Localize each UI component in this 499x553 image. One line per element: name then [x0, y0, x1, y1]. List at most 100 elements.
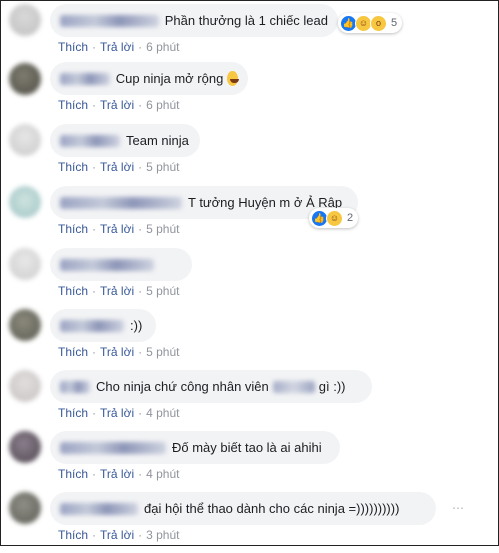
- like-link[interactable]: Thích: [58, 345, 88, 359]
- comment-text: gì :)): [318, 379, 346, 394]
- commenter-name-blurred[interactable]: [60, 502, 138, 515]
- separator: ·: [92, 406, 97, 420]
- comment: Đố mày biết tao là ai ahihi Thích · Trả …: [0, 431, 499, 492]
- comment-text: Phần thưởng là 1 chiếc lead: [164, 13, 328, 28]
- avatar[interactable]: [9, 124, 41, 156]
- reply-link[interactable]: Trả lời: [100, 222, 134, 236]
- comment: :)) Thích · Trả lời · 5 phút: [0, 309, 499, 370]
- commenter-name-blurred[interactable]: [60, 441, 166, 454]
- comment-timestamp[interactable]: 6 phút: [146, 40, 179, 54]
- comment-timestamp[interactable]: 5 phút: [146, 284, 179, 298]
- comment-text: đại hội thể thao dành cho các ninja =)))…: [144, 501, 400, 516]
- comment: đại hội thể thao dành cho các ninja =)))…: [0, 492, 499, 553]
- like-link[interactable]: Thích: [58, 160, 88, 174]
- commenter-name-blurred[interactable]: [60, 134, 120, 147]
- reactions-summary[interactable]: 👍 ☺ o 5: [338, 13, 403, 33]
- comment: T tưởng Huyện m ở Ả Rập 👍 ☺ 2 Thích · Tr…: [0, 186, 499, 247]
- reply-link[interactable]: Trả lời: [100, 284, 134, 298]
- reply-link[interactable]: Trả lời: [100, 406, 134, 420]
- separator: ·: [138, 40, 143, 54]
- separator: ·: [92, 40, 97, 54]
- avatar[interactable]: [9, 370, 41, 402]
- comment-bubble: :)): [50, 309, 156, 342]
- comment: Cho ninja chứ công nhân viên gì :)) Thíc…: [0, 370, 499, 431]
- comment-text: Team ninja: [126, 133, 189, 148]
- reply-link[interactable]: Trả lời: [100, 345, 134, 359]
- like-link[interactable]: Thích: [58, 467, 88, 481]
- comment-timestamp[interactable]: 5 phút: [146, 222, 179, 236]
- like-link[interactable]: Thích: [58, 284, 88, 298]
- comment-timestamp[interactable]: 6 phút: [146, 98, 179, 112]
- reply-link[interactable]: Trả lời: [100, 40, 134, 54]
- avatar[interactable]: [9, 4, 41, 36]
- laughing-emoji-icon: [227, 71, 239, 86]
- comment-text: Đố mày biết tao là ai ahihi: [172, 440, 322, 455]
- separator: ·: [138, 160, 143, 174]
- comment-actions: Thích · Trả lời · 4 phút: [58, 406, 179, 420]
- separator: ·: [138, 345, 143, 359]
- avatar[interactable]: [9, 63, 41, 95]
- comment: Cup ninja mở rộng Thích · Trả lời · 6 ph…: [0, 62, 499, 123]
- separator: ·: [138, 406, 143, 420]
- avatar[interactable]: [9, 248, 41, 280]
- comment-timestamp[interactable]: 5 phút: [146, 160, 179, 174]
- reactions-summary[interactable]: 👍 ☺ 2: [309, 208, 359, 228]
- avatar[interactable]: [9, 431, 41, 463]
- commenter-name-blurred[interactable]: [60, 319, 124, 332]
- separator: ·: [138, 467, 143, 481]
- reaction-count: 2: [347, 212, 354, 224]
- commenter-name-blurred[interactable]: [60, 196, 182, 209]
- like-link[interactable]: Thích: [58, 40, 88, 54]
- comment-timestamp[interactable]: 4 phút: [146, 406, 179, 420]
- comment-bubble: Phần thưởng là 1 chiếc lead: [50, 4, 338, 37]
- separator: ·: [138, 284, 143, 298]
- comment-timestamp[interactable]: 4 phút: [146, 467, 179, 481]
- commenter-name-blurred[interactable]: [60, 380, 90, 393]
- comment: Phần thưởng là 1 chiếc lead 👍 ☺ o 5 Thíc…: [0, 4, 499, 65]
- comment-text: :)): [130, 318, 143, 333]
- avatar[interactable]: [9, 309, 41, 341]
- separator: ·: [138, 98, 143, 112]
- comment: Thích · Trả lời · 5 phút: [0, 248, 499, 309]
- haha-reaction-icon: ☺: [326, 209, 343, 227]
- comment-bubble: Cup ninja mở rộng: [50, 62, 248, 95]
- comment-bubble: Đố mày biết tao là ai ahihi: [50, 431, 340, 464]
- comment-actions: Thích · Trả lời · 6 phút: [58, 40, 179, 54]
- reply-link[interactable]: Trả lời: [100, 528, 134, 542]
- comment-bubble: Cho ninja chứ công nhân viên gì :)): [50, 370, 372, 403]
- commenter-name-blurred[interactable]: [60, 258, 154, 271]
- like-link[interactable]: Thích: [58, 98, 88, 112]
- comment-bubble: Team ninja: [50, 124, 200, 157]
- comment-actions: Thích · Trả lời · 5 phút: [58, 284, 179, 298]
- comment-bubble: [50, 248, 192, 281]
- redacted-text: [272, 380, 315, 393]
- comment-actions: Thích · Trả lời · 6 phút: [58, 98, 179, 112]
- comment-actions: Thích · Trả lời · 5 phút: [58, 222, 179, 236]
- separator: ·: [138, 222, 143, 236]
- commenter-name-blurred[interactable]: [60, 14, 159, 27]
- reply-link[interactable]: Trả lời: [100, 160, 134, 174]
- separator: ·: [92, 160, 97, 174]
- comment-actions: Thích · Trả lời · 5 phút: [58, 160, 179, 174]
- commenter-name-blurred[interactable]: [60, 72, 110, 85]
- reply-link[interactable]: Trả lời: [100, 467, 134, 481]
- separator: ·: [92, 345, 97, 359]
- like-link[interactable]: Thích: [58, 528, 88, 542]
- comment-timestamp[interactable]: 3 phút: [146, 528, 179, 542]
- separator: ·: [92, 528, 97, 542]
- separator: ·: [92, 222, 97, 236]
- comment-timestamp[interactable]: 5 phút: [146, 345, 179, 359]
- separator: ·: [92, 467, 97, 481]
- comment-actions: Thích · Trả lời · 5 phút: [58, 345, 179, 359]
- reply-link[interactable]: Trả lời: [100, 98, 134, 112]
- separator: ·: [138, 528, 143, 542]
- like-link[interactable]: Thích: [58, 406, 88, 420]
- avatar[interactable]: [9, 186, 41, 218]
- comment-text: Cho ninja chứ công nhân viên: [96, 379, 269, 394]
- avatar[interactable]: [9, 492, 41, 524]
- comment-bubble: đại hội thể thao dành cho các ninja =)))…: [50, 492, 436, 525]
- like-link[interactable]: Thích: [58, 222, 88, 236]
- separator: ·: [92, 98, 97, 112]
- comment-actions: Thích · Trả lời · 4 phút: [58, 467, 179, 481]
- more-options-icon[interactable]: ⋯: [451, 501, 465, 515]
